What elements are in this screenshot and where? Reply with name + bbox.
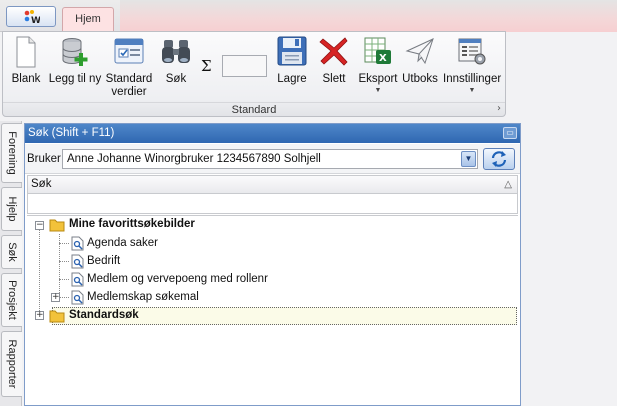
- tree-group-standardsok[interactable]: Standardsøk: [69, 307, 139, 324]
- refresh-button[interactable]: [483, 148, 515, 170]
- search-column-header[interactable]: Søk △: [27, 175, 518, 194]
- slett-button[interactable]: Slett: [316, 36, 352, 98]
- search-tree: − Mine favorittsøkebilder Agenda saker B…: [27, 215, 518, 405]
- tree-item-bedrift[interactable]: Bedrift: [87, 253, 120, 270]
- side-tab-rapporter[interactable]: Rapporter: [1, 331, 22, 397]
- blank-button[interactable]: Blank: [5, 36, 47, 98]
- tree-line: [59, 243, 69, 244]
- dialog-launcher-icon[interactable]: ›: [497, 103, 501, 114]
- side-tab-prosjekt[interactable]: Prosjekt: [1, 273, 22, 327]
- blank-document-icon: [16, 36, 36, 68]
- tree-line: [59, 261, 69, 262]
- app-logo-icon: W: [24, 10, 40, 24]
- eksport-button[interactable]: X Eksport ▼: [357, 36, 399, 98]
- search-input[interactable]: [27, 194, 518, 214]
- side-tab-sok[interactable]: Søk: [1, 235, 22, 269]
- refresh-icon: [491, 151, 507, 167]
- svg-text:W: W: [31, 16, 40, 24]
- innstillinger-button[interactable]: Innstillinger ▼: [443, 36, 501, 98]
- standard-verdier-button[interactable]: Standard verdier: [103, 36, 155, 98]
- app-menu-button[interactable]: W: [6, 6, 56, 27]
- delete-x-icon: [319, 37, 348, 66]
- folder-icon: [49, 219, 65, 232]
- expand-toggle[interactable]: +: [51, 293, 60, 302]
- sum-symbol: Σ: [201, 57, 212, 75]
- pin-icon[interactable]: ▭: [503, 127, 517, 139]
- lagre-button[interactable]: Lagre: [273, 36, 311, 98]
- utboks-button[interactable]: Utboks: [401, 36, 439, 98]
- tree-item-agenda-saker[interactable]: Agenda saker: [87, 235, 158, 252]
- legg-til-ny-button[interactable]: Legg til ny: [47, 36, 103, 98]
- svg-text:X: X: [379, 53, 387, 64]
- search-document-icon: [71, 254, 84, 269]
- bruker-label: Bruker: [27, 153, 61, 165]
- chevron-down-icon: ▼: [374, 87, 382, 94]
- add-database-icon: [62, 38, 88, 66]
- chevron-down-icon[interactable]: ▼: [461, 151, 476, 167]
- tree-line: [39, 225, 40, 315]
- paper-plane-icon: [405, 38, 434, 65]
- tree-item-medlem-vervepoeng[interactable]: Medlem og vervepoeng med rollenr: [87, 271, 268, 288]
- bruker-select[interactable]: Anne Johanne Winorgbruker 1234567890 Sol…: [62, 149, 478, 169]
- search-panel: Søk (Shift + F11) ▭ Bruker Anne Johanne …: [24, 123, 521, 406]
- search-document-icon: [71, 290, 84, 305]
- collapse-toggle[interactable]: −: [35, 221, 44, 230]
- excel-export-icon: X: [364, 37, 391, 64]
- tab-hjem[interactable]: Hjem: [62, 7, 114, 32]
- chevron-down-icon: ▼: [468, 87, 476, 94]
- ribbon-group-label: Standard: [3, 102, 505, 117]
- folder-icon: [49, 310, 65, 323]
- tree-group-favoritter[interactable]: Mine favorittsøkebilder: [69, 216, 195, 233]
- settings-icon: [458, 38, 486, 65]
- sum-field[interactable]: [222, 55, 267, 77]
- side-tab-hjelp[interactable]: Hjelp: [1, 187, 22, 231]
- side-tab-strip: Forening Hjelp Søk Prosjekt Rapporter: [0, 121, 22, 406]
- tree-item-medlemskap-sokemal[interactable]: Medlemskap søkemal: [87, 289, 199, 306]
- side-tab-forening[interactable]: Forening: [1, 123, 22, 183]
- ribbon-standard-group: Blank Legg til ny Standard verdier Søk Σ…: [2, 31, 506, 117]
- title-bar-background: [120, 0, 617, 32]
- expand-toggle[interactable]: +: [35, 311, 44, 320]
- sort-triangle-icon[interactable]: △: [504, 176, 512, 193]
- binoculars-icon: [162, 40, 190, 63]
- search-document-icon: [71, 272, 84, 287]
- bruker-row: Bruker Anne Johanne Winorgbruker 1234567…: [25, 144, 520, 174]
- search-document-icon: [71, 236, 84, 251]
- bruker-value: Anne Johanne Winorgbruker 1234567890 Sol…: [67, 153, 321, 165]
- sok-button[interactable]: Søk: [158, 36, 194, 98]
- tree-line: [59, 279, 69, 280]
- default-values-icon: [114, 38, 144, 64]
- floppy-save-icon: [277, 36, 307, 66]
- top-bar: W Hjem: [0, 0, 617, 32]
- tree-line: [59, 297, 69, 298]
- panel-title: Søk (Shift + F11) ▭: [25, 124, 520, 143]
